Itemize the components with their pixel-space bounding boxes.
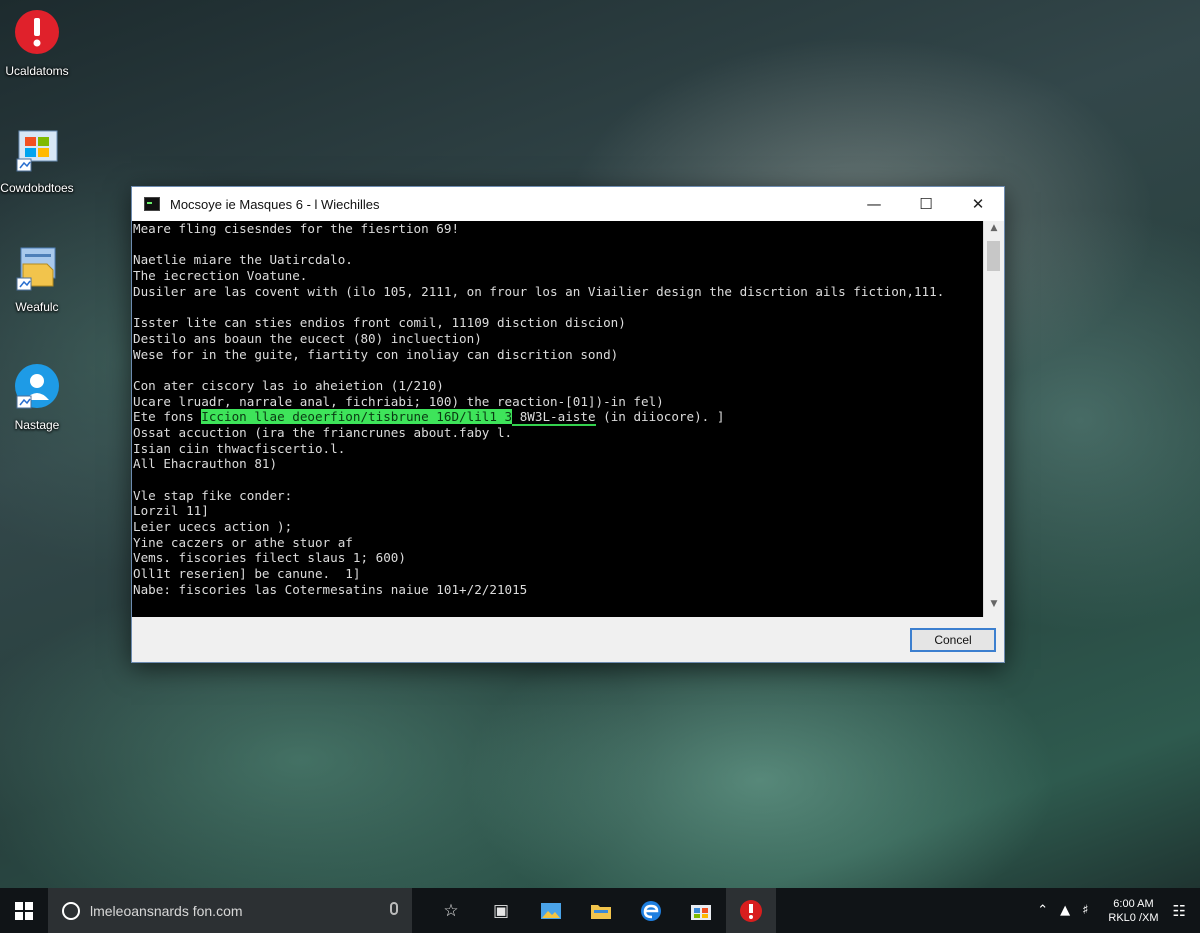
console-line: Leier ucecs action ); xyxy=(133,519,293,535)
console-line: The iecrection Voatune. xyxy=(133,268,308,284)
underlined-text: 8W3L-aiste xyxy=(512,409,596,427)
console-blank xyxy=(132,237,984,253)
console-line: Isian ciin thwacfiscertio.l. xyxy=(133,440,346,456)
close-icon[interactable]: ✕ xyxy=(952,187,1004,221)
notification-icon[interactable]: ☷ xyxy=(1173,902,1186,920)
folder-document-icon xyxy=(16,247,56,291)
desktop-icon-1[interactable]: Ucaldatoms xyxy=(0,8,77,79)
scroll-up-icon[interactable]: ▲ xyxy=(984,223,1004,239)
desktop-icon-label: Weafulc xyxy=(15,300,59,314)
vertical-scrollbar[interactable]: ▲ ▼ xyxy=(983,221,1004,617)
windows-computer-icon xyxy=(16,130,58,172)
desktop-icon-4[interactable]: Nastage xyxy=(0,362,77,433)
console-line: Con ater ciscory las io aheietion (1/210… xyxy=(133,377,444,393)
windows-logo-icon xyxy=(15,901,33,920)
console-line: Ossat accuction (ira the friancrunes abo… xyxy=(133,424,513,440)
console-line: Oll1t reserien] be canune. 1] xyxy=(133,566,361,582)
console-line: Yine caczers or athe stuor af xyxy=(133,534,353,550)
console-line: Isster lite can sties endios front comil… xyxy=(133,315,626,331)
desktop-icon-2[interactable]: Cowdobdtoes xyxy=(0,125,77,196)
console-line: Ucare lruadr, narrale anal, fichriabi; 1… xyxy=(133,393,664,409)
taskbar-search[interactable]: lmeleoansnards fon.com xyxy=(48,888,412,933)
highlight-suffix: (in diiocore). ] xyxy=(595,409,725,425)
user-blue-icon xyxy=(15,364,59,409)
system-tray: ⌃ ▲ ♯ 6:00 AM RKL0 /XM ☷ xyxy=(1037,888,1200,933)
window-controls: — ☐ ✕ xyxy=(848,187,1004,221)
console-app-icon xyxy=(144,197,160,211)
clock-date: RKL0 /XM xyxy=(1108,911,1159,924)
console-line: Destilo ans boaun the eucect (80) inclue… xyxy=(133,330,482,346)
console-line: Meare fling cisesndes for the fiesrtion … xyxy=(133,221,460,236)
console-line: Lorzil 11] xyxy=(133,503,209,519)
desktop-icon-label: Cowdobdtoes xyxy=(0,181,74,195)
desktop-icon-3[interactable]: Weafulc xyxy=(0,244,77,315)
console-line: Nabe: fiscories las Cotermesatins naiue … xyxy=(133,581,528,597)
console-output[interactable]: Meare fling cisesndes for the fiesrtion … xyxy=(132,221,984,617)
highlighted-text: Iccion llae deoerfion/tisbrune 16D/lil1 … xyxy=(201,409,513,425)
console-blank xyxy=(132,472,984,488)
microphone-icon[interactable] xyxy=(390,902,398,915)
highlight-prefix: Ete fons xyxy=(133,409,202,425)
window-title: Mocsoye ie Masques 6 - l Wiechilles xyxy=(170,196,380,212)
cortana-icon xyxy=(62,901,80,920)
console-line: Wese for in the guite, fiartity con inol… xyxy=(133,346,619,362)
console-line-highlighted: Ete fons Iccion llae deoerfion/tisbrune … xyxy=(132,409,984,427)
maximize-icon[interactable]: ☐ xyxy=(900,187,952,221)
photos-icon[interactable] xyxy=(526,888,576,933)
window-footer: Concel xyxy=(132,617,1004,662)
red-app-icon[interactable] xyxy=(726,888,776,933)
console-window[interactable]: Mocsoye ie Masques 6 - l Wiechilles — ☐ … xyxy=(131,186,1005,663)
console-blank xyxy=(132,362,984,378)
start-button[interactable] xyxy=(0,888,48,933)
desktop-icon-label: Ucaldatoms xyxy=(5,64,69,78)
monitor-icon[interactable]: ▣ xyxy=(476,888,526,933)
minimize-icon[interactable]: — xyxy=(848,187,900,221)
file-explorer-icon[interactable] xyxy=(576,888,626,933)
console-line: All Ehacrauthon 81) xyxy=(133,456,278,472)
scroll-thumb[interactable] xyxy=(987,241,1000,271)
console-line: Vems. fiscories filect slaus 1; 600) xyxy=(133,550,406,566)
star-icon[interactable]: ☆ xyxy=(426,888,476,933)
console-line: Naetlie miare the Uatircdalo. xyxy=(133,252,353,268)
clock-time: 6:00 AM xyxy=(1113,897,1154,910)
console-blank xyxy=(132,299,984,315)
red-exclamation-icon xyxy=(15,10,59,54)
cancel-button[interactable]: Concel xyxy=(910,628,996,652)
window-titlebar[interactable]: Mocsoye ie Masques 6 - l Wiechilles — ☐ … xyxy=(132,187,1004,221)
taskbar: lmeleoansnards fon.com ☆ ▣ ⌃ ▲ ♯ 6:00 AM… xyxy=(0,888,1200,933)
store-icon[interactable] xyxy=(676,888,726,933)
console-line: Vle stap fike conder: xyxy=(133,487,293,503)
edge-icon[interactable] xyxy=(626,888,676,933)
network-icon[interactable]: ▲ xyxy=(1060,903,1070,918)
scroll-down-icon[interactable]: ▼ xyxy=(984,599,1004,615)
desktop-icon-label: Nastage xyxy=(14,418,60,432)
chevron-up-icon[interactable]: ⌃ xyxy=(1037,903,1048,918)
console-line: Dusiler are las covent with (ilo 105, 21… xyxy=(133,283,945,299)
search-placeholder: lmeleoansnards fon.com xyxy=(90,902,243,919)
clock[interactable]: 6:00 AM RKL0 /XM xyxy=(1108,897,1158,925)
volume-icon[interactable]: ♯ xyxy=(1082,903,1088,918)
